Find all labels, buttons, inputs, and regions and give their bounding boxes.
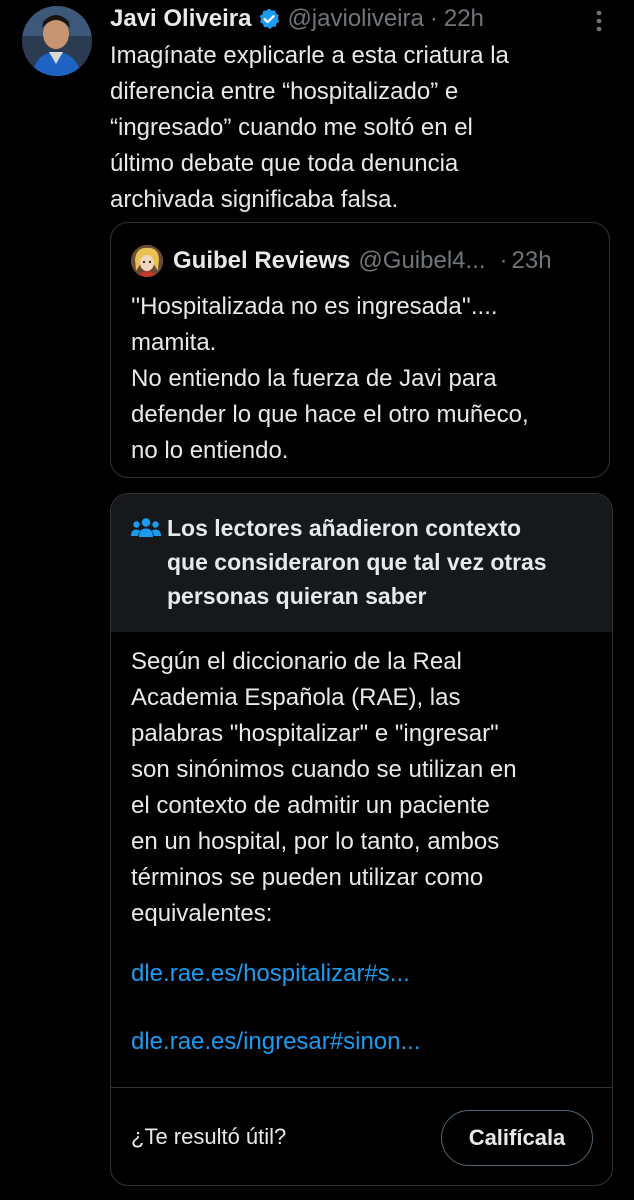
- separator-dot: ·: [499, 247, 508, 274]
- author-handle[interactable]: @javioliveira: [287, 5, 423, 33]
- quoted-tweet-timestamp: 23h: [511, 247, 552, 274]
- quoted-author-avatar: [131, 245, 163, 277]
- tweet-header: Javi Oliveira @javioliveira · 22h: [110, 2, 484, 36]
- author-name[interactable]: Javi Oliveira: [110, 5, 251, 33]
- note-body-line: términos se pueden utilizar como: [131, 864, 484, 891]
- community-note-card: Los lectores añadieron contexto que cons…: [110, 493, 613, 1186]
- quoted-author-name: Guibel Reviews: [173, 247, 351, 274]
- tweet-text-line: último debate que toda denuncia: [110, 150, 459, 177]
- note-body-line: en un hospital, por lo tanto, ambos: [131, 828, 500, 855]
- note-body-line: Según el diccionario de la Real: [131, 648, 462, 675]
- note-body-line: Academia Española (RAE), las: [131, 684, 461, 711]
- note-title-line: Los lectores añadieron contexto: [167, 515, 522, 541]
- author-avatar[interactable]: [22, 6, 92, 76]
- quoted-tweet-text: ''Hospitalizada no es ingresada''.... ma…: [131, 289, 601, 469]
- rae-hospitalizar-link[interactable]: dle.rae.es/hospitalizar#s...: [131, 956, 410, 992]
- quoted-text-line: ''Hospitalizada no es ingresada''....: [131, 293, 498, 320]
- tweet-text-line: “ingresado” cuando me soltó en el: [110, 114, 473, 141]
- quoted-tweet-card[interactable]: Guibel Reviews @Guibel4... · 23h ''Hospi…: [110, 222, 610, 478]
- tweet-text-line: diferencia entre “hospitalizado” e: [110, 78, 459, 105]
- tweet-text-line: Imagínate explicarle a esta criatura la: [110, 42, 509, 69]
- divider: [111, 1087, 612, 1088]
- quoted-text-line: defender lo que hace el otro muñeco,: [131, 401, 529, 428]
- rae-ingresar-link[interactable]: dle.rae.es/ingresar#sinon...: [131, 1024, 421, 1060]
- note-body-line: equivalentes:: [131, 900, 273, 927]
- community-note-title: Los lectores añadieron contexto que cons…: [167, 511, 607, 613]
- tweet-text-line: archivada significaba falsa.: [110, 186, 399, 213]
- useful-question: ¿Te resultó útil?: [131, 1124, 287, 1149]
- quoted-tweet-header: Guibel Reviews @Guibel4... · 23h: [131, 243, 552, 279]
- quoted-text-line: No entiendo la fuerza de Javi para: [131, 365, 497, 392]
- verified-badge-icon: [257, 7, 281, 31]
- separator-dot: ·: [429, 5, 438, 32]
- tweet-timestamp[interactable]: 22h: [444, 5, 484, 33]
- more-options-icon[interactable]: [588, 8, 610, 34]
- community-note-header: Los lectores añadieron contexto que cons…: [111, 494, 612, 632]
- note-body-line: palabras "hospitalizar" e "ingresar": [131, 720, 499, 747]
- note-body-line: son sinónimos cuando se utilizan en: [131, 756, 517, 783]
- community-note-body: Según el diccionario de la Real Academia…: [131, 644, 601, 932]
- tweet-text: Imagínate explicarle a esta criatura la …: [110, 38, 620, 218]
- note-title-line: que consideraron que tal vez otras: [167, 549, 547, 575]
- quoted-text-line: mamita.: [131, 329, 217, 356]
- note-body-line: el contexto de admitir un paciente: [131, 792, 490, 819]
- note-title-line: personas quieran saber: [167, 583, 427, 609]
- people-icon: [131, 517, 161, 539]
- quoted-text-line: no lo entiendo.: [131, 437, 289, 464]
- quoted-author-handle: @Guibel4...: [358, 247, 486, 274]
- rate-note-button[interactable]: Califícala: [441, 1110, 593, 1166]
